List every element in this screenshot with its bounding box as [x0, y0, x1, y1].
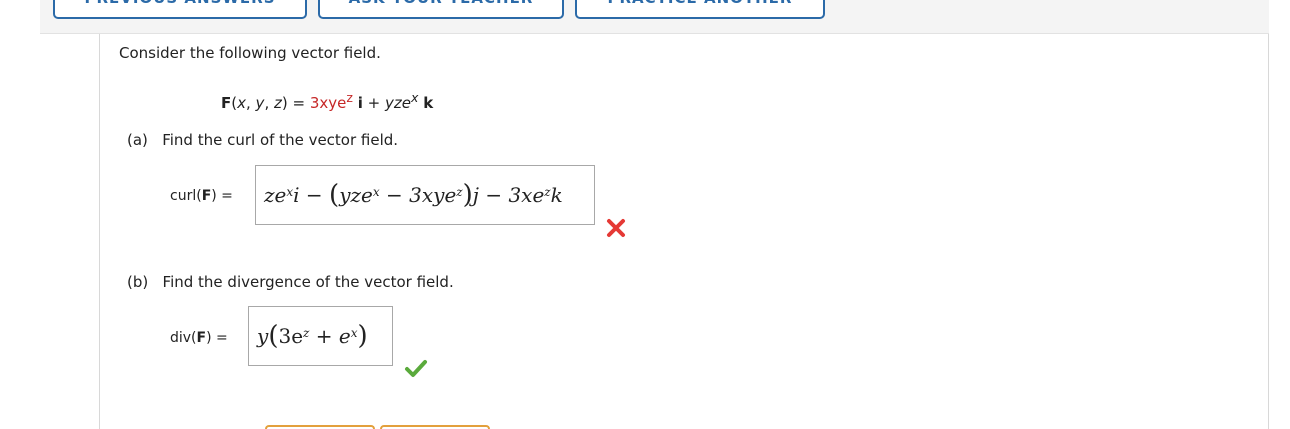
part-b-label: (b) Find the divergence of the vector fi… [127, 273, 454, 291]
question-intro: Consider the following vector field. [119, 44, 381, 62]
curl-answer-field[interactable]: ze x i − (yze x − 3xye z) j − 3xe z k [255, 165, 595, 225]
previous-answers-button[interactable]: PREVIOUS ANSWERS [53, 0, 307, 19]
part-b-prompt: Find the divergence of the vector field. [162, 273, 454, 291]
incorrect-x-icon [607, 219, 625, 237]
unit-vector-i: i [357, 94, 363, 112]
plus-sign: + [367, 94, 381, 112]
curl-answer-label: curl(F) = [170, 188, 233, 204]
page: PREVIOUS ANSWERS ASK YOUR TEACHER PRACTI… [0, 0, 1290, 429]
save-progress-button[interactable] [380, 425, 490, 429]
div-answer-label: div(F) = [170, 330, 228, 346]
field-term-1: 3xyez [309, 90, 353, 112]
field-term-2: yzex [385, 90, 419, 112]
divergence-answer-field[interactable]: y(3e z + e x) [248, 306, 393, 366]
part-a-label: (a) Find the curl of the vector field. [127, 131, 399, 149]
correct-check-icon [405, 360, 427, 377]
part-a-prompt: Find the curl of the vector field. [162, 131, 399, 149]
unit-vector-k: k [423, 94, 434, 112]
field-lhs: F(x, y, z) = [221, 94, 306, 112]
submit-answer-button[interactable] [265, 425, 375, 429]
vector-field-equation: F(x, y, z) = 3xyez i + yzex k [221, 90, 433, 112]
practice-another-button[interactable]: PRACTICE ANOTHER [575, 0, 825, 19]
ask-your-teacher-button[interactable]: ASK YOUR TEACHER [318, 0, 564, 19]
